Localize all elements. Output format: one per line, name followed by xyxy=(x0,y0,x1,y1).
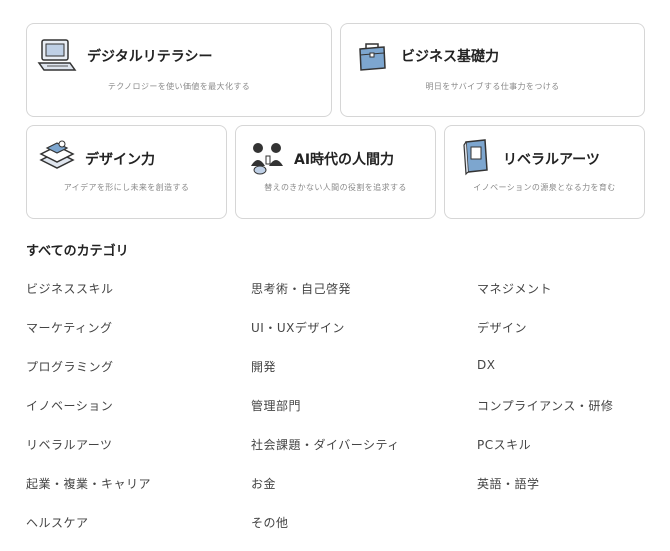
category-link[interactable]: コンプライアンス・研修 xyxy=(477,397,613,414)
category-link[interactable]: PCスキル xyxy=(477,436,531,453)
category-link[interactable]: DX xyxy=(477,358,495,372)
card-business-basics[interactable]: ビジネス基礎力 明日をサバイブする仕事力をつける xyxy=(340,23,645,117)
card-ai-humanity[interactable]: AI時代の人間力 替えのきかない人間の役割を追求する xyxy=(235,125,436,219)
card-title: デザイン力 xyxy=(85,152,155,168)
category-link[interactable]: 管理部門 xyxy=(251,397,301,414)
card-liberal-arts[interactable]: リベラルアーツ イノベーションの源泉となる力を育む xyxy=(444,125,645,219)
people-talking-icon xyxy=(251,143,283,175)
category-link[interactable]: プログラミング xyxy=(26,358,114,375)
category-link[interactable]: ビジネススキル xyxy=(26,280,114,297)
category-link[interactable]: ヘルスケア xyxy=(26,514,89,531)
category-link[interactable]: UI・UXデザイン xyxy=(251,319,345,336)
card-subtitle: アイデアを形にし未来を創造する xyxy=(63,183,190,192)
category-link[interactable]: 社会課題・ダイバーシティ xyxy=(251,436,400,453)
briefcase-icon xyxy=(359,43,386,71)
category-link[interactable]: その他 xyxy=(251,514,289,531)
card-subtitle: 明日をサバイブする仕事力をつける xyxy=(425,82,560,91)
category-link[interactable]: 開発 xyxy=(251,358,276,375)
card-design-power[interactable]: デザイン力 アイデアを形にし未来を創造する xyxy=(26,125,227,219)
category-link[interactable]: マーケティング xyxy=(26,319,113,336)
category-link[interactable]: デザイン xyxy=(477,319,527,336)
category-link[interactable]: 思考術・自己啓発 xyxy=(251,280,351,297)
category-link[interactable]: イノベーション xyxy=(26,397,113,414)
card-digital-literacy[interactable]: デジタルリテラシー テクノロジーを使い価値を最大化する xyxy=(26,23,332,117)
category-link[interactable]: リベラルアーツ xyxy=(26,436,113,453)
category-link[interactable]: 英語・語学 xyxy=(477,475,540,492)
card-title: ビジネス基礎力 xyxy=(401,49,499,65)
category-link[interactable]: 起業・複業・キャリア xyxy=(26,475,151,492)
book-icon xyxy=(463,139,488,176)
card-title: AI時代の人間力 xyxy=(294,152,395,168)
card-title: リベラルアーツ xyxy=(503,152,600,168)
categories-heading: すべてのカテゴリ xyxy=(26,244,129,259)
category-link[interactable]: マネジメント xyxy=(477,280,552,297)
card-subtitle: テクノロジーを使い価値を最大化する xyxy=(107,82,251,91)
card-subtitle: イノベーションの源泉となる力を育む xyxy=(473,183,616,192)
card-title: デジタルリテラシー xyxy=(87,49,213,65)
card-subtitle: 替えのきかない人間の役割を追求する xyxy=(264,183,407,192)
laptop-icon xyxy=(37,39,77,71)
category-link[interactable]: お金 xyxy=(251,475,276,492)
design-layers-icon xyxy=(39,140,75,169)
